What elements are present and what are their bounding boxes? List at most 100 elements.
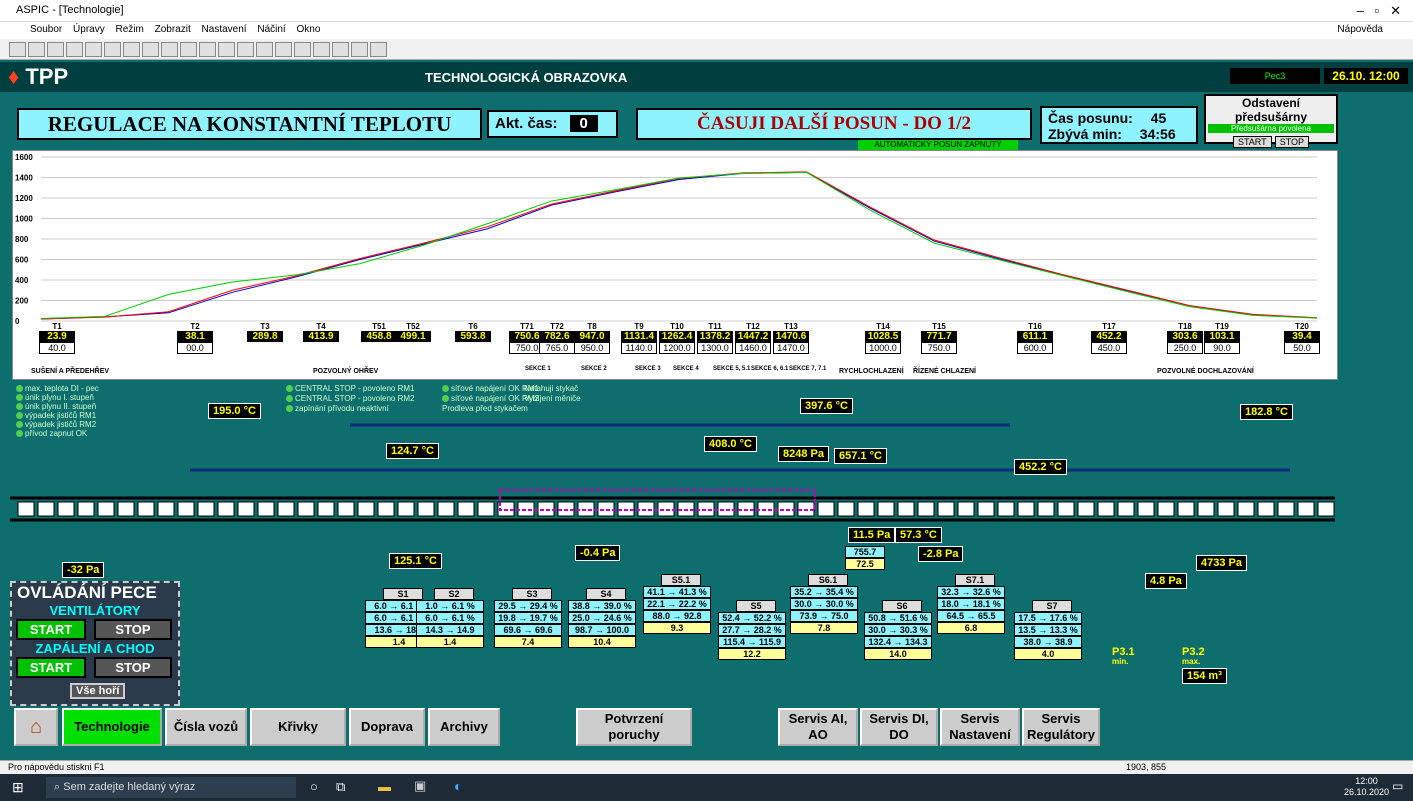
tool-icon[interactable] (313, 42, 330, 57)
kiln-car (117, 501, 135, 517)
home-button[interactable]: ⌂ (14, 708, 58, 746)
p32-label: P3.2 max. (1182, 646, 1205, 667)
kiln-car (477, 501, 495, 517)
vent-start-button[interactable]: START (16, 619, 86, 640)
section-S2: S2 1.0 → 6.1 % 6.0 → 6.1 % 14.3 → 14.9 1.4 (416, 588, 484, 648)
sekce-label: SEKCE 7, 7.1 (789, 366, 827, 372)
tool-icon[interactable] (199, 42, 216, 57)
nav-servis-di[interactable]: Servis DI, DO (860, 708, 938, 746)
tool-icon[interactable] (332, 42, 349, 57)
tool-icon[interactable] (294, 42, 311, 57)
zap-stop-button[interactable]: STOP (94, 657, 172, 678)
tool-icon[interactable] (104, 42, 121, 57)
tool-icon[interactable] (47, 42, 64, 57)
notification-icon[interactable]: ▭ (1392, 779, 1403, 793)
nav-servis-regulatory[interactable]: Servis Regulátory (1022, 708, 1100, 746)
y-tick-label: 0 (15, 317, 20, 326)
window-title: ASPIC - [Technologie] (16, 4, 124, 16)
nav-technologie[interactable]: Technologie (62, 708, 162, 746)
zone-label: POZVOLNÉ DOCHLAZOVÁNÍ (1157, 366, 1255, 375)
menu-upravy[interactable]: Úpravy (73, 24, 105, 35)
nav-archivy[interactable]: Archivy (428, 708, 500, 746)
tool-icon[interactable] (180, 42, 197, 57)
legend-item: únik plynu I. stupeň (16, 393, 186, 402)
section-S7: S7 17.5 → 17.6 % 13.5 → 13.3 % 38.0 → 38.9 4… (1014, 600, 1082, 660)
tool-icon[interactable] (9, 42, 26, 57)
aspic-app-icon[interactable]: ▣ (414, 778, 426, 794)
tool-icon[interactable] (237, 42, 254, 57)
kiln-car (1117, 501, 1135, 517)
legend-item: výpadek jističů RM1 (16, 411, 186, 420)
odstaveni-stop-button[interactable]: STOP (1274, 136, 1310, 148)
menu-napoveda[interactable]: Nápověda (1337, 24, 1383, 35)
nav-krivky[interactable]: Křivky (250, 708, 346, 746)
tool-icon[interactable] (351, 42, 368, 57)
zap-start-button[interactable]: START (16, 657, 86, 678)
kiln-car (397, 501, 415, 517)
tool-icon[interactable] (142, 42, 159, 57)
tool-icon[interactable] (370, 42, 387, 57)
kiln-car (1217, 501, 1235, 517)
taskbar-search[interactable]: ⌕ Sem zadejte hledaný výraz (46, 777, 296, 798)
kiln-car (817, 501, 835, 517)
kiln-car (357, 501, 375, 517)
tool-icon[interactable] (28, 42, 45, 57)
menu-okno[interactable]: Okno (296, 24, 320, 35)
zapaleni-label: ZAPÁLENÍ A CHOD (35, 641, 155, 656)
windows-start-icon[interactable]: ⊞ (12, 779, 24, 796)
legend-item: únik plynu II. stupeň (16, 402, 186, 411)
vent-stop-button[interactable]: STOP (94, 619, 172, 640)
pec-indicator: Pec3 (1230, 68, 1320, 84)
tool-icon[interactable] (66, 42, 83, 57)
kiln-car (1177, 501, 1195, 517)
menu-nacini[interactable]: Náčiní (257, 24, 285, 35)
sekce-label: SEKCE 3 (635, 366, 661, 372)
tool-icon[interactable] (161, 42, 178, 57)
tool-icon[interactable] (275, 42, 292, 57)
kiln-car (217, 501, 235, 517)
kiln-car (157, 501, 175, 517)
legend2-item: CENTRAL STOP - povoleno RM1 (286, 384, 414, 393)
tool-icon[interactable] (123, 42, 140, 57)
zone-label: RYCHLOCHLAZENÍ (839, 366, 905, 375)
y-tick-label: 1400 (15, 174, 33, 183)
odstaveni-status: Předsušárna povolena (1208, 124, 1334, 133)
window-controls[interactable]: – ▫ ✕ (1357, 3, 1401, 19)
cortana-icon[interactable]: ○ (310, 779, 318, 794)
odstaveni-title: Odstavení předsušárny (1234, 96, 1308, 124)
ovladani-title: OVLÁDÁNÍ PECE (17, 583, 157, 602)
t29-temp: 57.3 °C (895, 527, 942, 543)
y-tick-label: 1200 (15, 194, 33, 203)
y-tick-label: 600 (15, 256, 29, 265)
tool-icon[interactable] (256, 42, 273, 57)
tool-icon[interactable] (85, 42, 102, 57)
kiln-car (1237, 501, 1255, 517)
nav-doprava[interactable]: Doprava (349, 708, 425, 746)
kiln-car (177, 501, 195, 517)
taskview-icon[interactable]: ⧉ (336, 779, 345, 795)
edge-icon[interactable]: ◐ (454, 778, 462, 794)
nav-servis-ai[interactable]: Servis AI, AO (778, 708, 858, 746)
explorer-icon[interactable]: ▬ (378, 779, 391, 794)
nav-servis-nastaveni[interactable]: Servis Nastavení (940, 708, 1020, 746)
kiln-car (977, 501, 995, 517)
menu-soubor[interactable]: Soubor (30, 24, 62, 35)
menu-nastaveni[interactable]: Nastavení (202, 24, 247, 35)
nav-cisla-vozu[interactable]: Čísla vozů (165, 708, 247, 746)
odstaveni-start-button[interactable]: START (1232, 136, 1272, 148)
menu-zobrazit[interactable]: Zobrazit (155, 24, 191, 35)
section-S6: S6 50.8 → 51.6 % 30.0 → 30.3 % 132.4 → 134.… (864, 600, 932, 660)
t28-temp: 124.7 °C (386, 443, 439, 459)
nav-potvrzeni[interactable]: Potvrzení poruchy (576, 708, 692, 746)
kiln-car (1057, 501, 1075, 517)
temp-T15: T15771.7750.0 (921, 322, 957, 354)
sekce-label: SEKCE 4 (673, 366, 699, 372)
menu-rezim[interactable]: Režim (116, 24, 144, 35)
tool-icon[interactable] (218, 42, 235, 57)
vse-hori-button[interactable]: Vše hoří (70, 683, 126, 699)
taskbar-clock: 12:00 26.10.2020 (1344, 776, 1390, 797)
sekce-label: SEKCE 1 (525, 366, 551, 372)
series-line-1 (40, 171, 1318, 320)
kiln-car (297, 501, 315, 517)
temp-T51: T51458.8 (361, 322, 397, 342)
